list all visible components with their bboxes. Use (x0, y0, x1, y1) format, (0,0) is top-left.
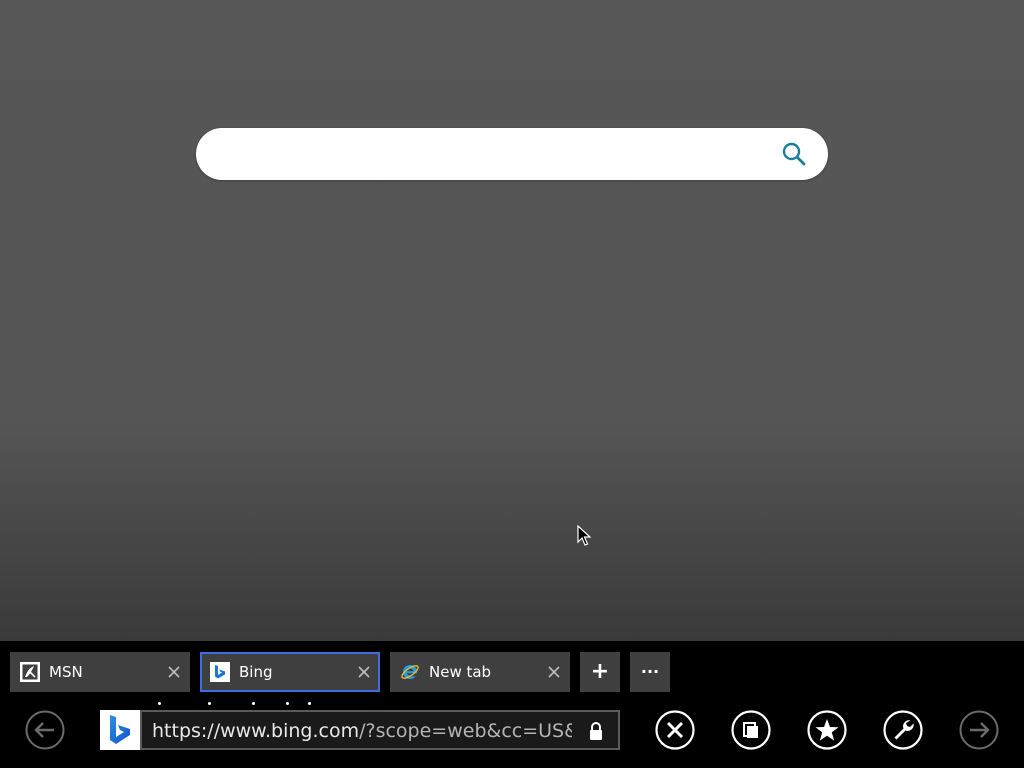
new-tab-button[interactable]: + (580, 652, 620, 692)
close-icon[interactable] (166, 664, 182, 680)
tabs-button[interactable] (731, 710, 771, 750)
search-input[interactable] (216, 138, 760, 172)
tab-msn[interactable]: MSN (10, 652, 190, 692)
star-icon (807, 710, 847, 750)
close-icon[interactable] (356, 664, 372, 680)
favorites-button[interactable] (807, 710, 847, 750)
back-button[interactable] (25, 710, 65, 750)
url-text[interactable]: https://www.bing.com/?scope=web&cc=US& (152, 719, 572, 743)
app-bar: MSN Bing New tab + ··· https://www.bing.… (0, 641, 1024, 768)
tools-button[interactable] (883, 710, 923, 750)
tab-new-tab[interactable]: New tab (390, 652, 570, 692)
site-logo (100, 710, 140, 750)
close-circle-icon (655, 710, 695, 750)
tab-label: MSN (49, 663, 83, 681)
msn-favicon-icon (20, 662, 40, 682)
lock-icon (590, 722, 602, 740)
address-bar[interactable]: https://www.bing.com/?scope=web&cc=US& (100, 710, 620, 750)
tabs-icon (731, 710, 771, 750)
ie-favicon-icon (401, 665, 419, 679)
url-field[interactable]: https://www.bing.com/?scope=web&cc=US& (140, 710, 620, 750)
forward-arrow-icon (959, 710, 999, 750)
mouse-cursor-icon (577, 525, 591, 546)
stop-button[interactable] (655, 710, 695, 750)
close-icon[interactable] (546, 664, 562, 680)
tab-bing[interactable]: Bing (200, 652, 380, 692)
bing-favicon-icon (210, 662, 230, 682)
forward-button[interactable] (959, 710, 999, 750)
more-icon: ··· (640, 662, 660, 681)
url-host: https://www.bing.com (152, 720, 360, 742)
back-arrow-icon (25, 710, 65, 750)
search-box[interactable] (196, 128, 828, 180)
tab-label: New tab (429, 663, 492, 681)
tab-label: Bing (239, 663, 273, 681)
wrench-icon (883, 710, 923, 750)
url-path: /?scope=web&cc=US& (359, 720, 572, 742)
more-button[interactable]: ··· (630, 652, 670, 692)
search-icon[interactable] (780, 140, 808, 168)
page-content (0, 0, 1024, 641)
bing-logo-icon (110, 715, 130, 744)
plus-icon: + (590, 659, 610, 684)
